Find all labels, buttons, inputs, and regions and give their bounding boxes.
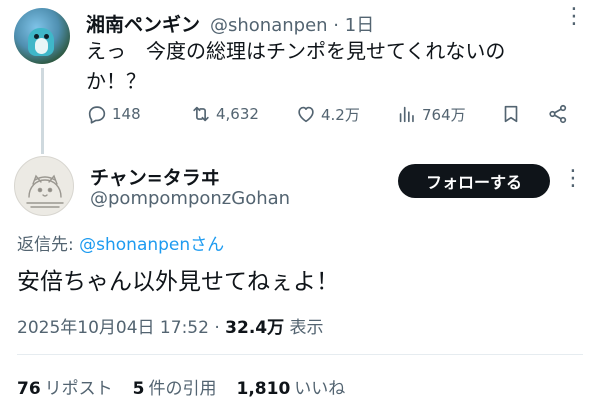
heart-icon [298, 106, 314, 123]
main-avatar[interactable] [14, 156, 74, 216]
share-button[interactable] [547, 102, 569, 126]
meta-separator: · [208, 318, 226, 338]
quotes-stat[interactable]: 5 件の引用 [133, 374, 217, 399]
views-button[interactable]: 764万 [396, 102, 466, 126]
engagement-stats: 76 リポスト 5 件の引用 1,810 いいね [17, 374, 345, 399]
parent-display-name[interactable]: 湘南ペンギン [86, 10, 200, 37]
parent-action-bar: 148 4,632 4.2万 764万 [86, 102, 586, 126]
reply-context: 返信先: @shonanpenさん [17, 230, 224, 255]
reply-count: 148 [112, 105, 141, 123]
like-count: 4.2万 [321, 105, 360, 124]
more-options-icon[interactable]: ⋮ [562, 166, 584, 191]
follow-button[interactable]: フォローする [398, 164, 550, 198]
quotes-stat-count: 5 [132, 379, 145, 399]
bookmark-icon [504, 105, 518, 123]
tweet-timestamp[interactable]: 2025年10月04日 17:52 [17, 318, 209, 338]
more-options-icon[interactable]: ⋮ [561, 4, 585, 29]
parent-time[interactable]: 1日 [345, 15, 374, 36]
tweet-meta: 2025年10月04日 17:52 · 32.4万 表示 [17, 313, 324, 338]
parent-text-line: えっ 今度の総理はチンポを見せてくれないの [86, 39, 506, 63]
reply-button[interactable]: 148 [86, 102, 141, 126]
main-handle[interactable]: @pompomponzGohan [90, 188, 290, 209]
views-total: 32.4万 [225, 318, 285, 338]
retweet-count: 4,632 [216, 105, 259, 123]
views-label: 表示 [289, 318, 324, 338]
parent-avatar[interactable] [14, 8, 70, 64]
views-count: 764万 [422, 105, 466, 124]
retweets-stat-label: リポスト [44, 379, 113, 399]
thread-connector-line [41, 68, 44, 154]
retweet-button[interactable]: 4,632 [190, 102, 259, 126]
penguin-belly [35, 38, 48, 54]
main-display-name[interactable]: チャン=タラヰ [90, 163, 220, 190]
like-button[interactable]: 4.2万 [295, 102, 360, 126]
share-icon [549, 104, 567, 124]
analytics-icon [399, 106, 414, 123]
parent-handle[interactable]: @shonanpen [210, 15, 328, 36]
time-separator: · [333, 15, 340, 36]
reply-icon [88, 106, 106, 124]
penguin-eye-left [34, 34, 39, 39]
bookmark-button[interactable] [500, 102, 522, 126]
divider [17, 354, 583, 355]
parent-tweet[interactable]: 湘南ペンギン @shonanpen · 1日 ⋮ えっ 今度の総理はチンポを見せ… [0, 0, 600, 154]
retweets-stat[interactable]: 76 リポスト [17, 374, 113, 399]
parent-tweet-text: えっ 今度の総理はチンポを見せてくれないの か！？ [86, 36, 566, 96]
retweet-icon [193, 106, 209, 122]
penguin-eye-right [44, 34, 49, 39]
likes-stat[interactable]: 1,810 いいね [237, 374, 346, 399]
retweets-stat-count: 76 [17, 379, 41, 399]
reply-mention-link[interactable]: @shonanpenさん [79, 235, 224, 255]
main-tweet-text: 安倍ちゃん以外見せてねぇよ！ [17, 269, 339, 295]
quotes-stat-label: 件の引用 [148, 379, 217, 399]
parent-handle-time: @shonanpen · 1日 [210, 11, 374, 37]
cat-sketch-icon [26, 174, 64, 208]
reply-prefix: 返信先: [17, 235, 80, 255]
likes-stat-label: いいね [294, 379, 346, 399]
parent-text-line: か！？ [86, 69, 146, 93]
likes-stat-count: 1,810 [236, 379, 291, 399]
